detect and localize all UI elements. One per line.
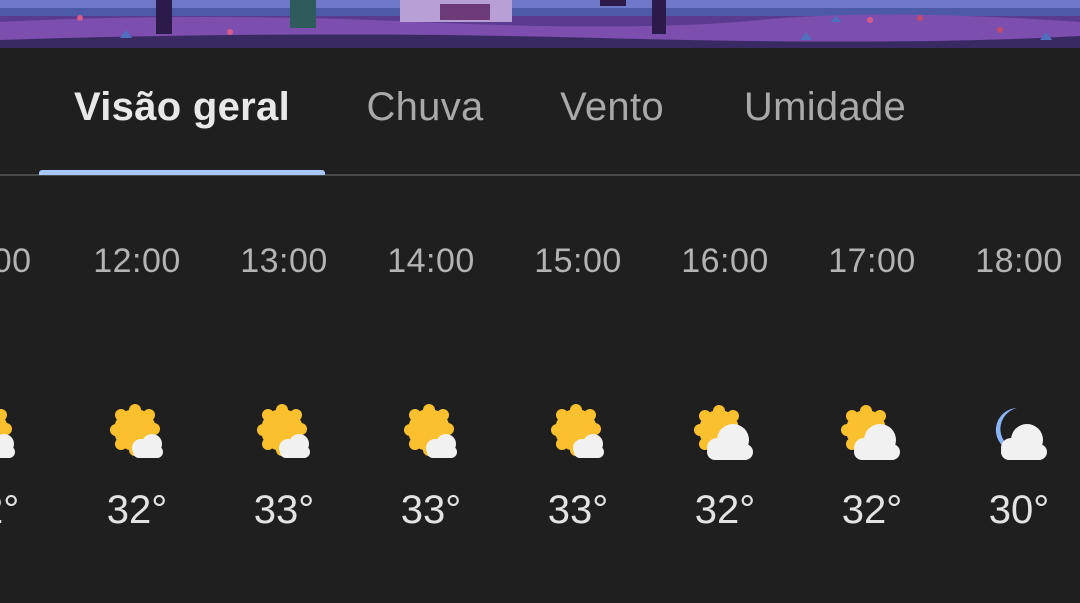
hour-column[interactable]: 18:00 30°	[959, 176, 1079, 603]
tab-overview[interactable]: Visão geral	[39, 48, 325, 174]
partly-sunny-icon	[0, 409, 15, 458]
hour-time: 17:00	[828, 242, 916, 280]
hour-column[interactable]: 15:00 33°	[518, 176, 638, 603]
partly-cloudy-night-icon	[995, 408, 1047, 460]
weather-detail-screen: Visão geral Chuva Vento Umidade 11:00 32…	[0, 0, 1080, 603]
tab-bar: Visão geral Chuva Vento Umidade	[0, 48, 1080, 176]
hour-column[interactable]: 17:00 32°	[812, 176, 932, 603]
tab-rain-label: Chuva	[366, 84, 484, 129]
hour-time: 16:00	[681, 242, 769, 280]
tab-wind-label: Vento	[560, 84, 664, 129]
hour-temperature: 32°	[0, 488, 20, 532]
partly-sunny-icon	[551, 404, 604, 458]
partly-sunny-icon	[404, 404, 457, 458]
hour-time: 18:00	[975, 242, 1063, 280]
hour-column[interactable]: 16:00 32°	[665, 176, 785, 603]
tab-overview-label: Visão geral	[73, 84, 290, 129]
active-tab-indicator	[39, 170, 325, 175]
hourly-forecast-strip[interactable]: 11:00 32° 12:00 32° 13:00 33° 14:00	[0, 176, 1080, 603]
hour-time: 12:00	[93, 242, 181, 280]
tab-wind[interactable]: Vento	[532, 48, 692, 174]
hour-column[interactable]: 12:00 32°	[77, 176, 197, 603]
hour-temperature: 30°	[988, 488, 1050, 532]
tab-humidity-label: Umidade	[743, 84, 907, 129]
hour-column[interactable]: 14:00 33°	[371, 176, 491, 603]
illustration-image	[0, 0, 1080, 48]
hour-time: 14:00	[387, 242, 475, 280]
mostly-cloudy-icon	[841, 405, 900, 460]
hour-time: 15:00	[534, 242, 622, 280]
mostly-cloudy-icon	[694, 405, 753, 460]
partly-sunny-icon	[110, 404, 163, 458]
partly-sunny-icon	[257, 404, 310, 458]
tab-humidity[interactable]: Umidade	[720, 48, 930, 174]
weather-illustration-banner	[0, 0, 1080, 48]
hour-temperature: 33°	[547, 488, 609, 532]
hour-temperature: 32°	[841, 488, 903, 532]
hour-temperature: 33°	[400, 488, 462, 532]
hour-temperature: 32°	[694, 488, 756, 532]
hour-time: 11:00	[0, 242, 32, 280]
hour-column[interactable]: 11:00 32°	[0, 176, 49, 603]
hour-temperature: 32°	[106, 488, 168, 532]
hour-time: 13:00	[240, 242, 328, 280]
hour-temperature: 33°	[253, 488, 315, 532]
tab-rain[interactable]: Chuva	[345, 48, 505, 174]
hour-column[interactable]: 13:00 33°	[224, 176, 344, 603]
